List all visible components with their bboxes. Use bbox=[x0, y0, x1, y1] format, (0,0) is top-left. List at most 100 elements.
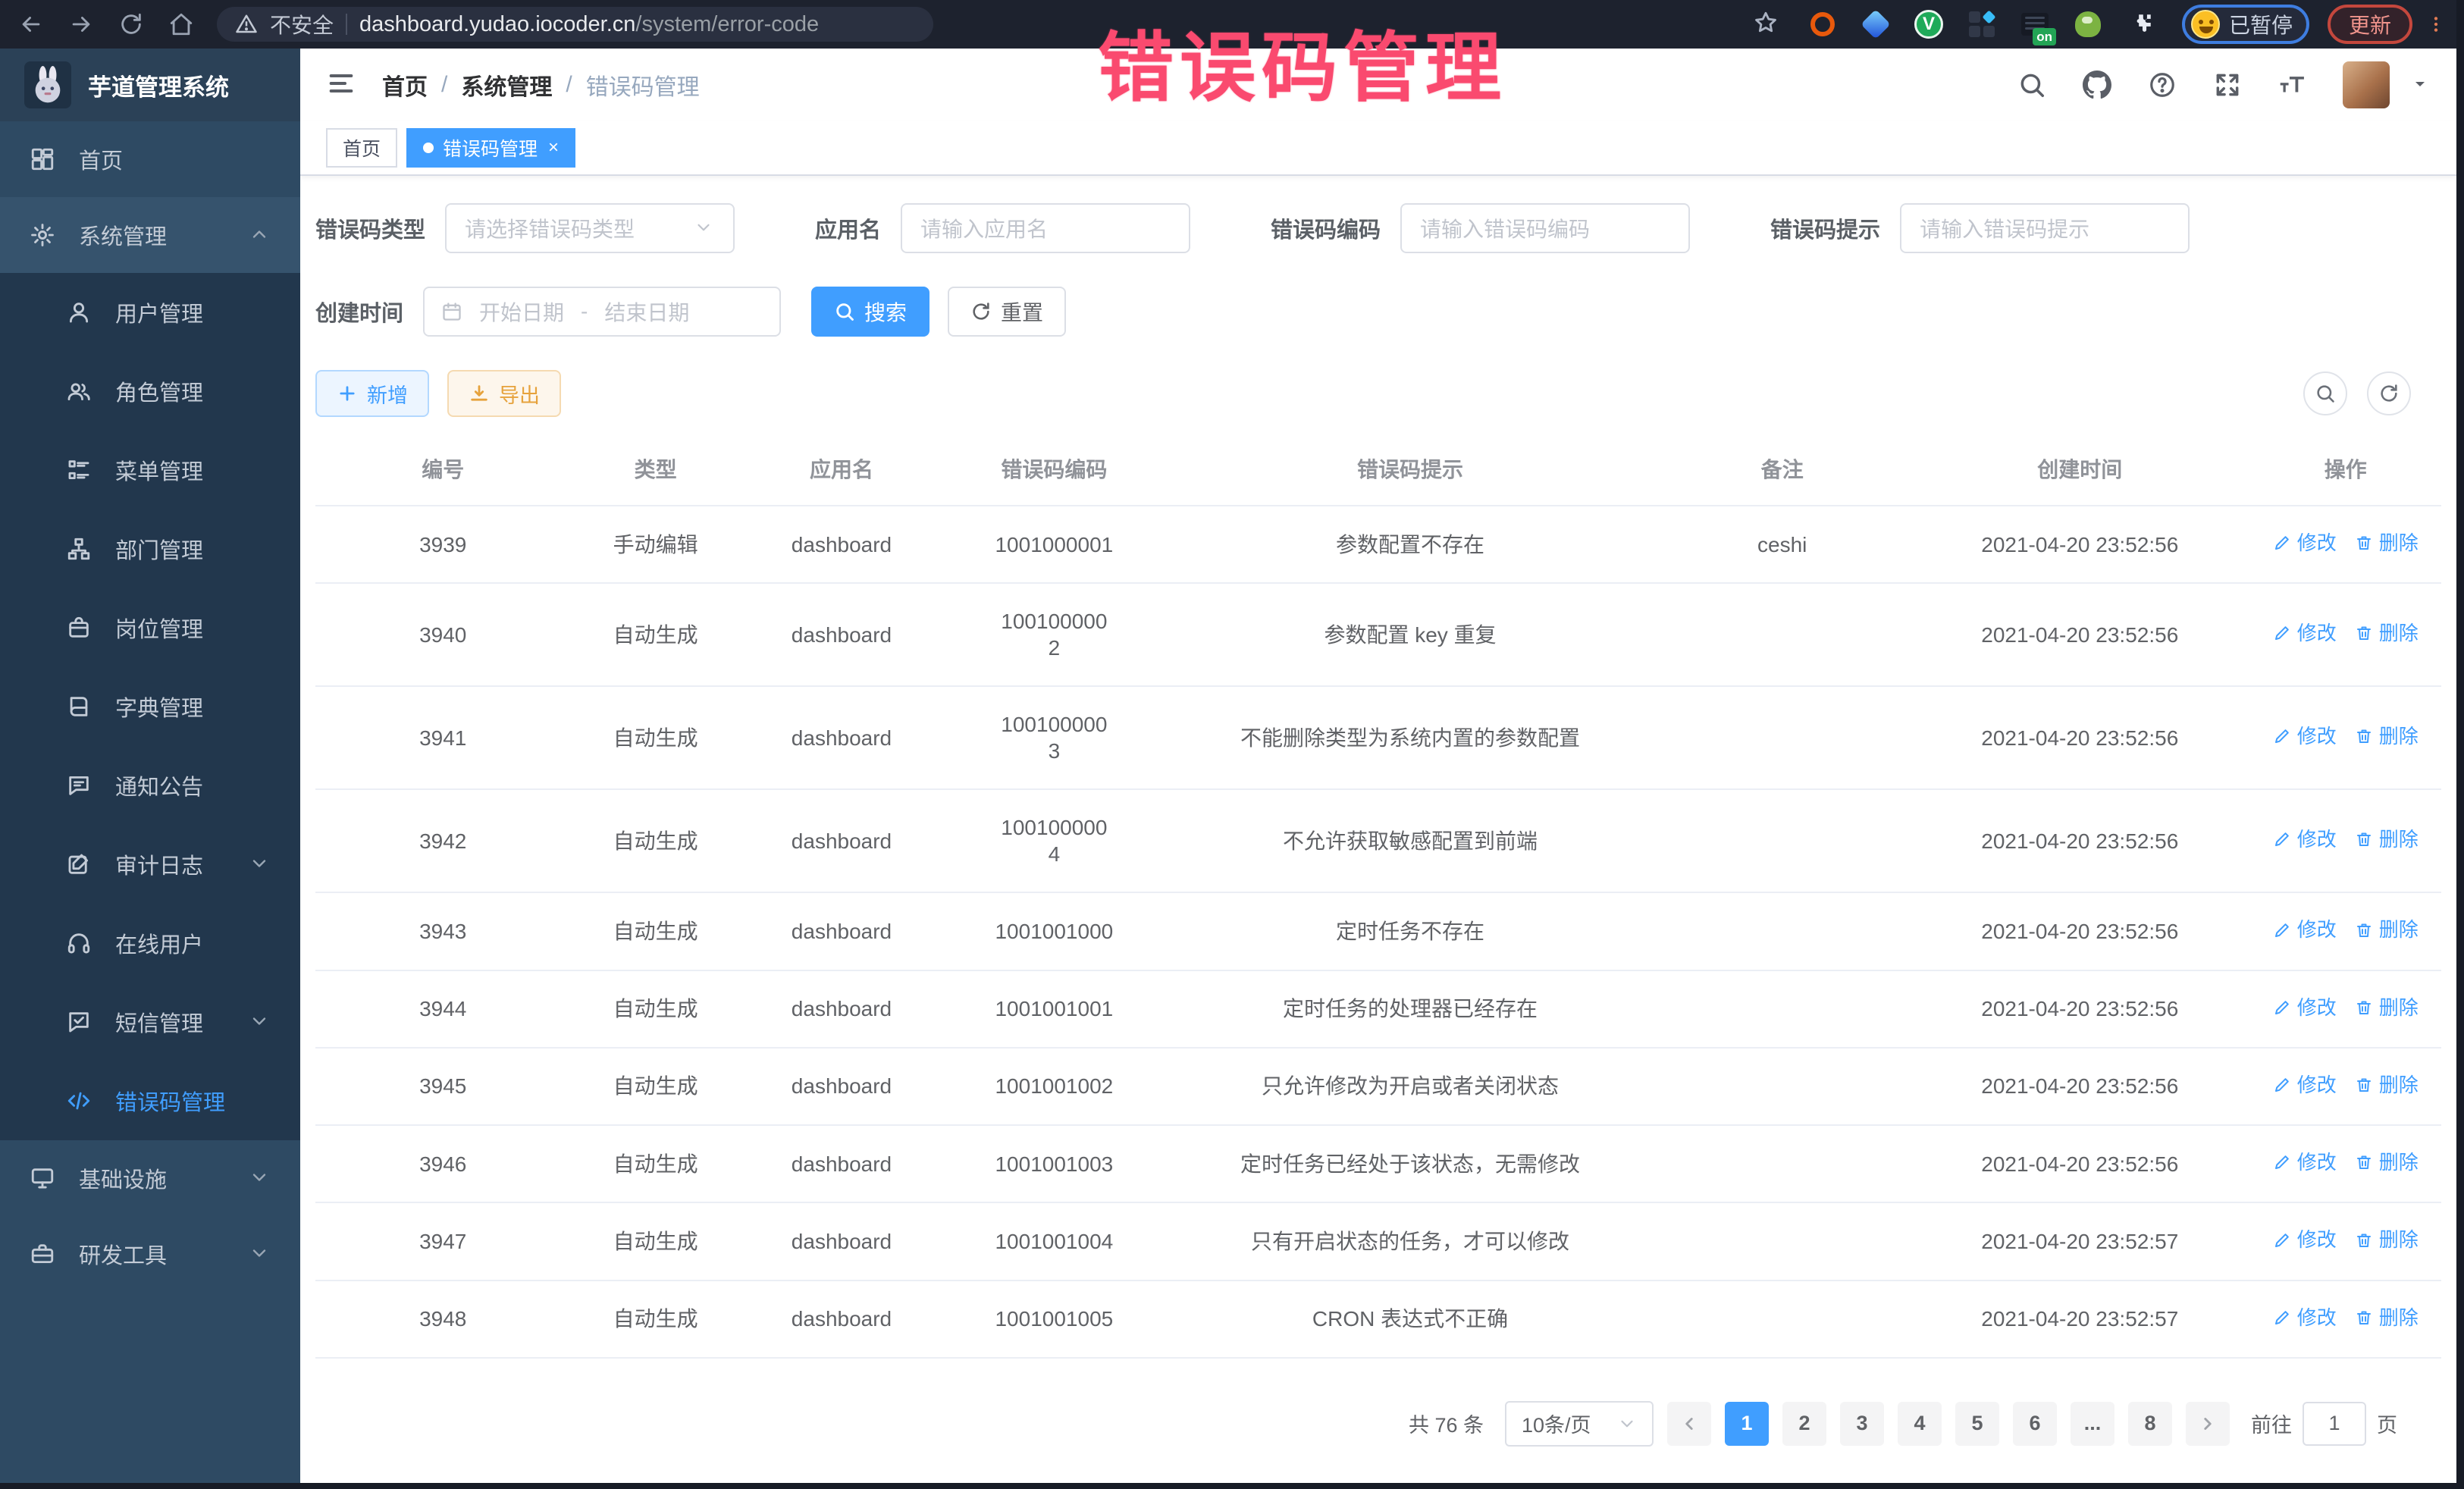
hamburger-icon[interactable] bbox=[326, 68, 359, 102]
sidebar-item-基础设施[interactable]: 基础设施 bbox=[0, 1140, 300, 1216]
sidebar-item-研发工具[interactable]: 研发工具 bbox=[0, 1216, 300, 1292]
sidebar-item-系统管理[interactable]: 系统管理 bbox=[0, 197, 300, 273]
extension-spy-icon[interactable] bbox=[2071, 8, 2105, 41]
user-avatar[interactable] bbox=[2343, 61, 2390, 108]
delete-link[interactable]: 删除 bbox=[2355, 995, 2419, 1020]
refresh-table-button[interactable] bbox=[2367, 371, 2411, 415]
breadcrumb-system[interactable]: 系统管理 bbox=[461, 68, 552, 102]
font-size-icon[interactable] bbox=[2277, 70, 2308, 100]
tab-error-code[interactable]: 错误码管理 × bbox=[406, 128, 575, 168]
delete-link[interactable]: 删除 bbox=[2355, 827, 2419, 852]
avatar-caret-down-icon[interactable] bbox=[2411, 75, 2431, 95]
browser-update-button[interactable]: 更新 bbox=[2328, 5, 2412, 44]
sidebar-item-首页[interactable]: 首页 bbox=[0, 121, 300, 197]
cell-remark bbox=[1654, 892, 1909, 970]
page-button-3[interactable]: 3 bbox=[1840, 1402, 1884, 1446]
more-pages-button[interactable]: ... bbox=[2071, 1402, 2114, 1446]
edit-link[interactable]: 修改 bbox=[2273, 917, 2337, 942]
sidebar-item-错误码管理[interactable]: 错误码管理 bbox=[0, 1061, 300, 1140]
page-button-4[interactable]: 4 bbox=[1898, 1402, 1942, 1446]
page-button-8[interactable]: 8 bbox=[2128, 1402, 2172, 1446]
edit-link[interactable]: 修改 bbox=[2273, 1150, 2337, 1175]
help-icon[interactable] bbox=[2147, 70, 2177, 100]
table-row: 3947自动生成dashboard1001001004只有开启状态的任务，才可以… bbox=[315, 1202, 2441, 1280]
cell-remark bbox=[1654, 1281, 1909, 1358]
cell-code: 1001000001 bbox=[942, 506, 1165, 583]
page-button-2[interactable]: 2 bbox=[1782, 1402, 1826, 1446]
fullscreen-icon[interactable] bbox=[2212, 70, 2243, 100]
export-button[interactable]: 导出 bbox=[447, 370, 561, 417]
toggle-search-button[interactable] bbox=[2303, 371, 2347, 415]
extension-switch-on-icon[interactable]: on bbox=[2018, 8, 2052, 41]
extension-orange-ring-icon[interactable] bbox=[1806, 8, 1839, 41]
error-type-select[interactable]: 请选择错误码类型 bbox=[445, 203, 735, 253]
page-button-5[interactable]: 5 bbox=[1955, 1402, 1999, 1446]
github-icon[interactable] bbox=[2082, 70, 2112, 100]
error-tip-input[interactable]: 请输入错误码提示 bbox=[1900, 203, 2190, 253]
sidebar-item-在线用户[interactable]: 在线用户 bbox=[0, 904, 300, 983]
cell-app: dashboard bbox=[741, 1281, 942, 1358]
browser-home-icon[interactable] bbox=[167, 10, 196, 39]
extension-grid-icon[interactable] bbox=[1965, 8, 1998, 41]
extension-vue-devtools-icon[interactable] bbox=[1859, 8, 1892, 41]
next-page-button[interactable] bbox=[2186, 1402, 2230, 1446]
extension-paused-badge[interactable]: 已暂停 bbox=[2182, 5, 2309, 44]
delete-link[interactable]: 删除 bbox=[2355, 724, 2419, 749]
sidebar-item-岗位管理[interactable]: 岗位管理 bbox=[0, 588, 300, 667]
browser-forward-icon[interactable] bbox=[67, 10, 96, 39]
edit-link[interactable]: 修改 bbox=[2273, 1227, 2337, 1252]
column-header: 错误码编码 bbox=[942, 432, 1165, 506]
delete-link[interactable]: 删除 bbox=[2355, 531, 2419, 556]
search-button[interactable]: 搜索 bbox=[811, 287, 929, 337]
date-range-picker[interactable]: 开始日期 - 结束日期 bbox=[423, 287, 781, 337]
delete-link[interactable]: 删除 bbox=[2355, 621, 2419, 646]
breadcrumb-home[interactable]: 首页 bbox=[382, 68, 428, 102]
sidebar-item-通知公告[interactable]: 通知公告 bbox=[0, 746, 300, 825]
reset-button[interactable]: 重置 bbox=[948, 287, 1066, 337]
add-button[interactable]: 新增 bbox=[315, 370, 429, 417]
cell-code: 1001001002 bbox=[942, 1048, 1165, 1125]
url-divider bbox=[346, 14, 347, 35]
edit-link[interactable]: 修改 bbox=[2273, 1306, 2337, 1331]
browser-back-icon[interactable] bbox=[17, 10, 45, 39]
jump-prefix-label: 前往 bbox=[2251, 1409, 2292, 1438]
edit-link[interactable]: 修改 bbox=[2273, 724, 2337, 749]
app-name-input[interactable]: 请输入应用名 bbox=[901, 203, 1190, 253]
header-search-icon[interactable] bbox=[2017, 70, 2047, 100]
browser-menu-kebab-icon[interactable] bbox=[2425, 8, 2447, 41]
bookmark-star-icon[interactable] bbox=[1753, 10, 1782, 39]
sidebar-item-用户管理[interactable]: 用户管理 bbox=[0, 273, 300, 352]
edit-link[interactable]: 修改 bbox=[2273, 827, 2337, 852]
cell-type: 自动生成 bbox=[570, 1281, 740, 1358]
sidebar-item-部门管理[interactable]: 部门管理 bbox=[0, 509, 300, 588]
edit-link[interactable]: 修改 bbox=[2273, 621, 2337, 646]
page-button-6[interactable]: 6 bbox=[2013, 1402, 2057, 1446]
sidebar-item-角色管理[interactable]: 角色管理 bbox=[0, 352, 300, 431]
page-size-select[interactable]: 10条/页 bbox=[1505, 1401, 1654, 1447]
app-logo-row[interactable]: 芋道管理系统 bbox=[0, 49, 300, 121]
delete-link[interactable]: 删除 bbox=[2355, 1073, 2419, 1098]
prev-page-button[interactable] bbox=[1667, 1402, 1711, 1446]
page-button-1[interactable]: 1 bbox=[1725, 1402, 1769, 1446]
breadcrumb-separator: / bbox=[566, 72, 572, 98]
sidebar-item-字典管理[interactable]: 字典管理 bbox=[0, 667, 300, 746]
address-bar[interactable]: 不安全 dashboard.yudao.iocoder.cn/system/er… bbox=[217, 7, 933, 42]
delete-link[interactable]: 删除 bbox=[2355, 1227, 2419, 1252]
delete-link[interactable]: 删除 bbox=[2355, 1306, 2419, 1331]
extensions-puzzle-icon[interactable] bbox=[2124, 8, 2158, 41]
browser-reload-icon[interactable] bbox=[117, 10, 146, 39]
sidebar-item-短信管理[interactable]: 短信管理 bbox=[0, 983, 300, 1061]
cell-app: dashboard bbox=[741, 892, 942, 970]
jump-page-input[interactable]: 1 bbox=[2303, 1402, 2366, 1446]
sidebar-item-菜单管理[interactable]: 菜单管理 bbox=[0, 431, 300, 509]
edit-link[interactable]: 修改 bbox=[2273, 531, 2337, 556]
tab-home[interactable]: 首页 bbox=[326, 128, 397, 168]
edit-link[interactable]: 修改 bbox=[2273, 995, 2337, 1020]
edit-link[interactable]: 修改 bbox=[2273, 1073, 2337, 1098]
tab-close-icon[interactable]: × bbox=[548, 137, 559, 158]
sidebar-item-审计日志[interactable]: 审计日志 bbox=[0, 825, 300, 904]
delete-link[interactable]: 删除 bbox=[2355, 917, 2419, 942]
error-code-input[interactable]: 请输入错误码编码 bbox=[1400, 203, 1690, 253]
delete-link[interactable]: 删除 bbox=[2355, 1150, 2419, 1175]
extension-green-v-icon[interactable]: V bbox=[1912, 8, 1945, 41]
